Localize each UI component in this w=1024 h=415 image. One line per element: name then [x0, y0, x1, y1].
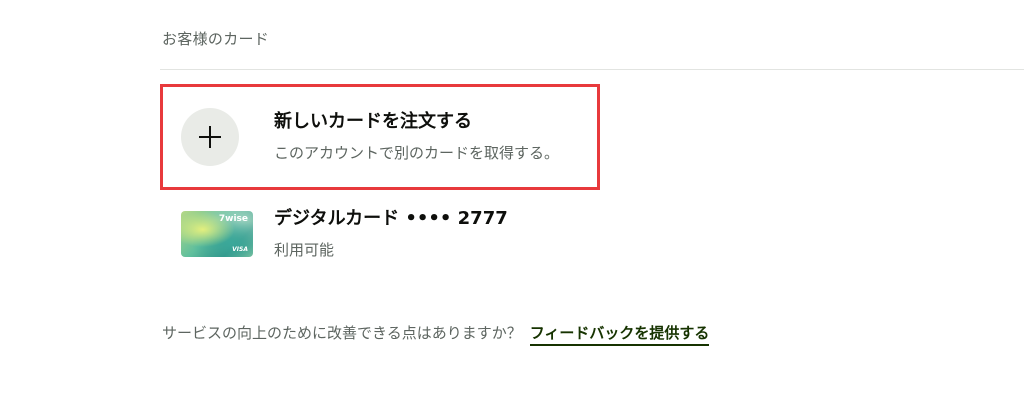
section-title: お客様のカード [162, 30, 270, 48]
order-card-subtitle: このアカウントで別のカードを取得する。 [274, 144, 560, 162]
divider [160, 69, 1024, 70]
feedback-section: サービスの向上のために改善できる点はありますか？ フィードバックを提供する [162, 322, 710, 346]
card-brand-logo: 7wise [218, 214, 248, 224]
digital-card-title: デジタルカード •••• 2777 [274, 208, 508, 229]
order-card-text: 新しいカードを注文する このアカウントで別のカードを取得する。 [274, 109, 559, 165]
digital-card-status: 利用可能 [274, 241, 335, 259]
order-card-title: 新しいカードを注文する [274, 111, 472, 132]
order-new-card-button[interactable]: 新しいカードを注文する このアカウントで別のカードを取得する。 [181, 108, 559, 166]
feedback-link[interactable]: フィードバックを提供する [529, 322, 710, 346]
digital-card-item[interactable]: 7wise VISA デジタルカード •••• 2777 利用可能 [181, 206, 508, 262]
card-network-logo: VISA [232, 246, 248, 253]
plus-icon [181, 108, 239, 166]
feedback-prompt: サービスの向上のために改善できる点はありますか？ [162, 324, 522, 342]
digital-card-text: デジタルカード •••• 2777 利用可能 [274, 206, 508, 262]
cards-page: お客様のカード 新しいカードを注文する このアカウントで別のカードを取得する。 … [0, 0, 1024, 415]
card-thumbnail: 7wise VISA [181, 211, 253, 257]
